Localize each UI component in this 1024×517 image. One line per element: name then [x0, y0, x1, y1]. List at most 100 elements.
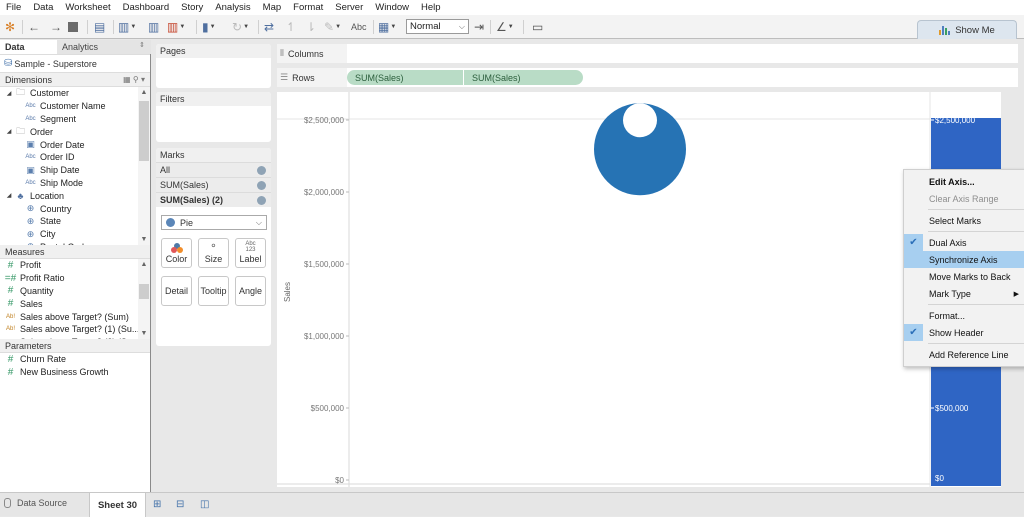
- menu-item-edit-axis[interactable]: Edit Axis...: [904, 173, 1024, 190]
- new-worksheet-icon[interactable]: ▥ ▼: [118, 19, 136, 35]
- measure-item[interactable]: Ab! Sales above Target? (1) (Su...: [0, 323, 150, 336]
- menu-data[interactable]: Data: [33, 2, 53, 13]
- data-source-tab[interactable]: Data Source: [4, 498, 67, 508]
- rows-pill-sum-sales-2[interactable]: SUM(Sales): [464, 70, 583, 85]
- pause-updates-icon[interactable]: ▮ ▼: [202, 19, 216, 35]
- sort-icon[interactable]: ⇕: [139, 41, 145, 49]
- tab-data[interactable]: Data: [0, 40, 57, 54]
- menu-item-clear-axis-range[interactable]: Clear Axis Range: [904, 190, 1024, 207]
- detail-button[interactable]: Detail: [161, 276, 192, 306]
- new-worksheet-icon[interactable]: ⊞: [153, 499, 161, 510]
- dimension-item[interactable]: ⊕ Country: [0, 202, 150, 215]
- tableau-logo-icon[interactable]: ✻: [5, 19, 15, 35]
- highlight-icon[interactable]: ✎ ▼: [324, 19, 341, 35]
- undo-icon[interactable]: ←: [28, 19, 40, 35]
- measure-item[interactable]: # Quantity: [0, 285, 150, 298]
- menu-item-select-marks[interactable]: Select Marks: [904, 212, 1024, 229]
- marks-tab-sum-sales-2[interactable]: SUM(Sales) (2): [156, 192, 271, 207]
- color-button[interactable]: Color: [161, 238, 192, 268]
- dimension-item[interactable]: ⊕ State: [0, 215, 150, 228]
- expand-triangle-icon[interactable]: ◢: [4, 128, 14, 135]
- angle-button[interactable]: Angle: [235, 276, 266, 306]
- scroll-thumb[interactable]: [139, 284, 149, 299]
- menu-format[interactable]: Format: [293, 2, 323, 13]
- chevron-down-icon[interactable]: ▾: [141, 75, 145, 84]
- filters-shelf[interactable]: Filters: [156, 92, 271, 142]
- dimensions-scrollbar[interactable]: ▲ ▼: [138, 87, 150, 245]
- columns-shelf[interactable]: ⦀ Columns: [277, 44, 1018, 63]
- duplicate-icon[interactable]: ▥: [148, 19, 159, 35]
- scroll-down-icon[interactable]: ▼: [138, 330, 150, 337]
- rows-pill-sum-sales[interactable]: SUM(Sales): [347, 70, 464, 85]
- dimension-item[interactable]: ▣ Order Date: [0, 138, 150, 151]
- parameter-item[interactable]: # New Business Growth: [0, 366, 150, 379]
- pen-icon[interactable]: ∠ ▼: [496, 19, 514, 35]
- sheet-tab[interactable]: Sheet 30: [89, 493, 146, 517]
- menu-story[interactable]: Story: [181, 2, 203, 13]
- dimension-item[interactable]: ◢ ♣ Location: [0, 189, 150, 202]
- measures-scrollbar[interactable]: ▲ ▼: [138, 259, 150, 339]
- dimension-item[interactable]: Abc Order ID: [0, 151, 150, 164]
- expand-triangle-icon[interactable]: ◢: [4, 192, 14, 199]
- size-button[interactable]: ⚬ Size: [198, 238, 229, 268]
- expand-triangle-icon[interactable]: ◢: [4, 90, 14, 97]
- menu-item-mark-type[interactable]: Mark Type ▶: [904, 285, 1024, 302]
- refresh-icon[interactable]: ↻ ▼: [232, 19, 249, 35]
- new-dashboard-icon[interactable]: ⊟: [176, 499, 184, 510]
- show-me-button[interactable]: Show Me: [917, 20, 1017, 39]
- fit-dropdown[interactable]: Normal ⌵: [406, 19, 469, 34]
- fix-axes-icon[interactable]: ⇥: [474, 19, 484, 35]
- new-datasource-icon[interactable]: ▤: [94, 19, 105, 35]
- menu-help[interactable]: Help: [421, 2, 441, 13]
- sort-ascending-icon[interactable]: ↿: [286, 19, 296, 35]
- measure-item[interactable]: Ab! Sales above Target? (Sum): [0, 310, 150, 323]
- rows-shelf[interactable]: ☰ Rows SUM(Sales) SUM(Sales): [277, 68, 1018, 87]
- search-icon[interactable]: ⚲: [133, 75, 139, 84]
- swap-icon[interactable]: ⇄: [264, 19, 274, 35]
- menu-item-synchronize-axis[interactable]: Synchronize Axis: [904, 251, 1024, 268]
- tooltip-button[interactable]: Tooltip: [198, 276, 229, 306]
- scroll-up-icon[interactable]: ▲: [138, 89, 150, 96]
- menu-item-show-header[interactable]: ✔ Show Header: [904, 324, 1024, 341]
- dimension-item[interactable]: ⊕ City: [0, 228, 150, 241]
- menu-item-add-reference-line[interactable]: Add Reference Line: [904, 346, 1024, 363]
- menu-worksheet[interactable]: Worksheet: [65, 2, 110, 13]
- menu-analysis[interactable]: Analysis: [215, 2, 250, 13]
- dimension-item[interactable]: ▣ Ship Date: [0, 164, 150, 177]
- scroll-up-icon[interactable]: ▲: [138, 261, 150, 268]
- measure-item[interactable]: =# Profit Ratio: [0, 272, 150, 285]
- scroll-thumb[interactable]: [139, 101, 149, 161]
- show-marks-icon[interactable]: ▦ ▼: [378, 19, 396, 35]
- mark-type-dropdown[interactable]: Pie ⌵: [161, 215, 267, 230]
- parameter-item[interactable]: # Churn Rate: [0, 353, 150, 366]
- dimension-item[interactable]: ◢ 🗀 Customer: [0, 87, 150, 100]
- sort-descending-icon[interactable]: ⇂: [306, 19, 316, 35]
- tab-analytics[interactable]: Analytics ⇕: [57, 40, 151, 54]
- measure-item[interactable]: # Sales: [0, 297, 150, 310]
- scroll-down-icon[interactable]: ▼: [138, 236, 150, 243]
- menu-item-dual-axis[interactable]: ✔ Dual Axis: [904, 234, 1024, 251]
- labels-icon[interactable]: Abc: [351, 19, 367, 35]
- dimension-item[interactable]: Abc Ship Mode: [0, 177, 150, 190]
- menu-map[interactable]: Map: [263, 2, 281, 13]
- marks-tab-all[interactable]: All: [156, 162, 271, 177]
- menu-window[interactable]: Window: [375, 2, 409, 13]
- label-button[interactable]: Abc 123 Label: [235, 238, 266, 268]
- menu-item-format[interactable]: Format...: [904, 307, 1024, 324]
- dimension-item[interactable]: ◢ 🗀 Order: [0, 125, 150, 138]
- new-story-icon[interactable]: ◫: [200, 499, 209, 510]
- menu-server[interactable]: Server: [335, 2, 363, 13]
- measure-item[interactable]: # Profit: [0, 259, 150, 272]
- menu-item-move-marks-to-back[interactable]: Move Marks to Back: [904, 268, 1024, 285]
- clear-sheet-icon[interactable]: ▥ ▼: [167, 19, 185, 35]
- menu-dashboard[interactable]: Dashboard: [123, 2, 169, 13]
- save-icon[interactable]: [68, 19, 78, 35]
- dimension-item[interactable]: Abc Customer Name: [0, 100, 150, 113]
- view-icon[interactable]: ▦: [123, 75, 131, 84]
- menu-file[interactable]: File: [6, 2, 21, 13]
- datasource-item[interactable]: ⛁ Sample - Superstore: [0, 55, 150, 73]
- presentation-icon[interactable]: ▭: [532, 19, 543, 35]
- pages-shelf[interactable]: Pages: [156, 44, 271, 88]
- redo-icon[interactable]: →: [50, 19, 62, 35]
- marks-tab-sum-sales[interactable]: SUM(Sales): [156, 177, 271, 192]
